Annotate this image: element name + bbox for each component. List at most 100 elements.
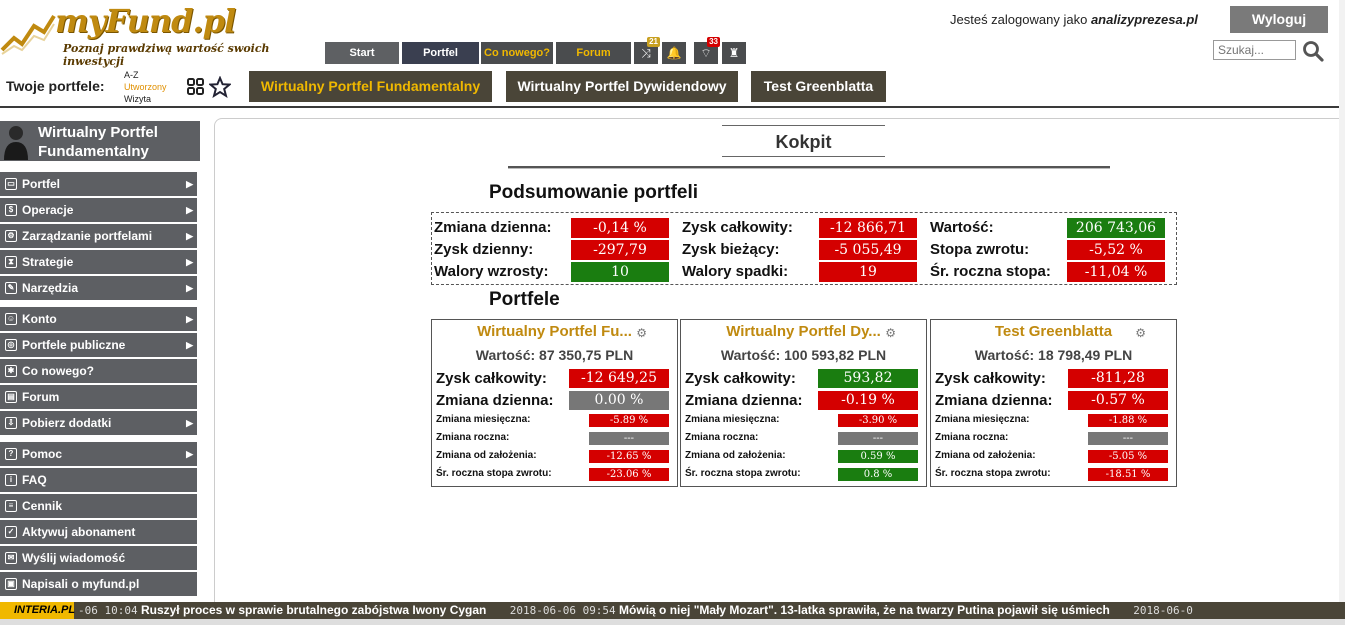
star-icon: ✱ xyxy=(5,365,17,377)
sidebar-item-label: Wyślij wiadomość xyxy=(22,551,126,565)
daily-change-value: -0.19 % xyxy=(818,391,918,410)
sort-visit[interactable]: Wizyta xyxy=(124,93,167,105)
login-status: Jesteś zalogowany jako analizyprezesa.pl xyxy=(950,12,1198,27)
annual-return-value: -23.06 % xyxy=(589,468,669,481)
since-start-change-label: Zmiana od założenia: xyxy=(436,450,537,461)
login-prefix: Jesteś zalogowany jako xyxy=(950,12,1088,27)
chevron-right-icon: ▶ xyxy=(186,418,193,428)
news-ticker[interactable]: INTERIA.PL -06 10:04 Ruszył proces w spr… xyxy=(0,602,1345,619)
sidebar-item[interactable]: ◎ Portfele publiczne ▶ xyxy=(0,333,197,357)
sort-az[interactable]: A-Z xyxy=(124,69,167,81)
nav-tab-portfel[interactable]: Portfel xyxy=(402,42,479,64)
monthly-change-value: -3.90 % xyxy=(838,414,918,427)
site-logo[interactable]: myFund.pl Poznaj prawdziwą wartość swoic… xyxy=(0,2,320,68)
logo-chart-icon xyxy=(0,14,56,55)
summary-value: -297,79 xyxy=(571,240,669,260)
key-icon: ✓ xyxy=(5,526,17,538)
nav-tab-forum[interactable]: Forum xyxy=(556,42,631,64)
since-start-change-label: Zmiana od założenia: xyxy=(935,450,1036,461)
total-profit-label: Zysk całkowity: xyxy=(935,370,1046,387)
wallet-icon: ▭ xyxy=(5,178,17,190)
logo-tagline: Poznaj prawdziwą wartość swoich inwestyc… xyxy=(63,42,270,68)
summary-value: -0,14 % xyxy=(571,218,669,238)
summary-label: Zmiana dzienna: xyxy=(434,219,552,236)
grid-view-icon[interactable] xyxy=(187,78,205,96)
vertical-scrollbar[interactable] xyxy=(1339,0,1345,602)
news-icon: ▣ xyxy=(5,578,17,590)
sidebar-item[interactable]: ≡ Cennik xyxy=(0,494,197,518)
ticker-time: 2018-06-06 09:54 xyxy=(509,604,616,617)
annual-return-label: Śr. roczna stopa zwrotu: xyxy=(935,468,1051,479)
total-profit-value: 593,82 xyxy=(818,369,918,388)
sidebar-item[interactable]: ☺ Konto ▶ xyxy=(0,307,197,331)
shuffle-icon[interactable]: ⤨ 21 xyxy=(634,37,660,64)
since-start-change-label: Zmiana od założenia: xyxy=(685,450,786,461)
card-value: Wartość: 87 350,75 PLN xyxy=(475,347,634,363)
sidebar-item[interactable]: ⧗ Strategie ▶ xyxy=(0,250,197,274)
summary-label: Śr. roczna stopa: xyxy=(930,263,1051,280)
bell-icon[interactable]: 🔔 xyxy=(662,42,686,64)
sort-options: A-Z Utworzony Wizyta xyxy=(124,69,167,105)
monthly-change-label: Zmiana miesięczna: xyxy=(935,414,1030,425)
settings-icon[interactable]: ⚙ xyxy=(885,326,896,340)
daily-change-value: 0.00 % xyxy=(569,391,669,410)
info-icon: i xyxy=(5,474,17,486)
sidebar-title-text: Wirtualny Portfel Fundamentalny xyxy=(38,124,158,160)
summary-value: -11,04 % xyxy=(1067,262,1165,282)
price-icon: ≡ xyxy=(5,500,17,512)
chevron-right-icon: ▶ xyxy=(186,179,193,189)
sidebar-item-label: Co nowego? xyxy=(22,364,94,378)
sidebar-item[interactable]: ✎ Narzędzia ▶ xyxy=(0,276,197,300)
portfolio-tab-greenblatt[interactable]: Test Greenblatta xyxy=(751,71,886,102)
total-profit-value: -811,28 xyxy=(1068,369,1168,388)
sidebar-item-label: Pobierz dodatki xyxy=(22,416,112,430)
card-value: Wartość: 18 798,49 PLN xyxy=(974,347,1133,363)
broadcast-icon[interactable]: ⌔ 33 xyxy=(694,37,720,64)
portfolios-title: Portfele xyxy=(489,289,560,310)
search-icon[interactable] xyxy=(1302,40,1324,62)
summary-label: Zysk dzienny: xyxy=(434,241,534,258)
chevron-right-icon: ▶ xyxy=(186,449,193,459)
portfolio-tab-fundamentalny[interactable]: Wirtualny Portfel Fundamentalny xyxy=(249,71,492,102)
chess-rook-icon[interactable]: ♜ xyxy=(722,42,746,64)
sidebar-item[interactable]: $ Operacje ▶ xyxy=(0,198,197,222)
sidebar-item[interactable]: i FAQ xyxy=(0,468,197,492)
summary-value: -12 866,71 xyxy=(819,218,917,238)
interia-logo[interactable]: INTERIA.PL xyxy=(0,602,75,619)
yearly-change-label: Zmiana roczna: xyxy=(436,432,510,443)
sidebar-item[interactable]: ✉ Wyślij wiadomość xyxy=(0,546,197,570)
settings-icon[interactable]: ⚙ xyxy=(1135,326,1146,340)
favorite-star-icon[interactable] xyxy=(209,76,231,98)
summary-label: Wartość: xyxy=(930,219,994,236)
hourglass-icon: ⧗ xyxy=(5,256,17,268)
yearly-change-value: --- xyxy=(1088,432,1168,445)
summary-label: Zysk całkowity: xyxy=(682,219,793,236)
portfolio-tab-dywidendowy[interactable]: Wirtualny Portfel Dywidendowy xyxy=(506,71,738,102)
logout-button[interactable]: Wyloguj xyxy=(1230,6,1328,33)
sidebar-item[interactable]: ▭ Portfel ▶ xyxy=(0,172,197,196)
summary-label: Stopa zwrotu: xyxy=(930,241,1030,258)
annual-return-label: Śr. roczna stopa zwrotu: xyxy=(685,468,801,479)
globe-icon: ◎ xyxy=(5,339,17,351)
settings-icon[interactable]: ⚙ xyxy=(636,326,647,340)
sidebar-item-label: Cennik xyxy=(22,499,63,513)
since-start-change-value: -5.05 % xyxy=(1088,450,1168,463)
annual-return-value: 0.8 % xyxy=(838,468,918,481)
sort-created[interactable]: Utworzony xyxy=(124,81,167,93)
sidebar-item[interactable]: ✱ Co nowego? xyxy=(0,359,197,383)
ticker-headline[interactable]: Ruszył proces w sprawie brutalnego zabój… xyxy=(141,603,486,617)
ticker-headline[interactable]: Mówią o niej "Mały Mozart". 13-latka spr… xyxy=(619,603,1110,617)
search-input[interactable] xyxy=(1213,40,1296,60)
sidebar-item[interactable]: ✓ Aktywuj abonament xyxy=(0,520,197,544)
sidebar-item[interactable]: ▤ Forum xyxy=(0,385,197,409)
sidebar-item[interactable]: ⚙ Zarządzanie portfelami ▶ xyxy=(0,224,197,248)
nav-tab-start[interactable]: Start xyxy=(325,42,399,64)
monthly-change-value: -1.88 % xyxy=(1088,414,1168,427)
sidebar-item[interactable]: ? Pomoc ▶ xyxy=(0,442,197,466)
chevron-right-icon: ▶ xyxy=(186,231,193,241)
sidebar-item-label: Narzędzia xyxy=(22,281,79,295)
sidebar-item[interactable]: ⇩ Pobierz dodatki ▶ xyxy=(0,411,197,435)
bottom-scrollbar[interactable] xyxy=(0,619,1345,625)
sidebar-item[interactable]: ▣ Napisali o myfund.pl xyxy=(0,572,197,596)
nav-tab-co-nowego[interactable]: Co nowego? xyxy=(481,42,553,64)
